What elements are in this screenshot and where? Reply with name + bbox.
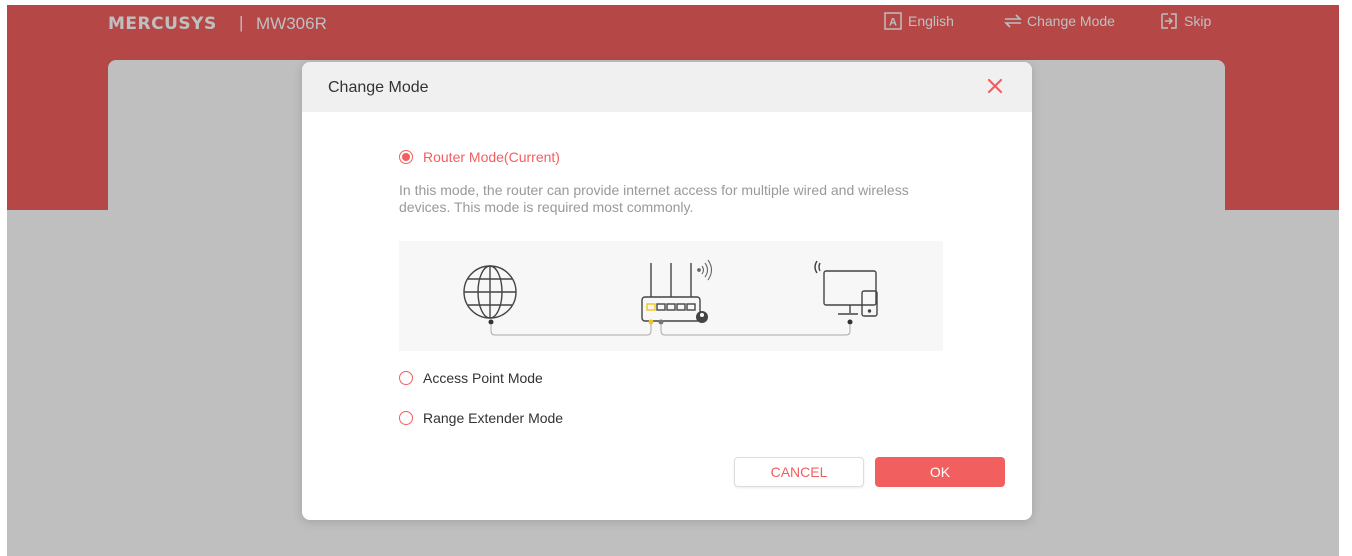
- dialog-title: Change Mode: [328, 79, 429, 96]
- router-mode-diagram: [399, 241, 943, 351]
- globe-icon: [463, 265, 517, 319]
- option-router-mode[interactable]: Router Mode(Current): [399, 149, 560, 165]
- frame-top: [0, 0, 1352, 5]
- router-icon: [641, 263, 701, 322]
- change-mode-dialog: Change Mode Router Mode(Current) In this…: [302, 62, 1032, 520]
- range-extender-mode-label: Range Extender Mode: [423, 410, 564, 426]
- router-mode-radio[interactable]: [399, 150, 413, 164]
- access-point-mode-radio[interactable]: [399, 371, 413, 385]
- cancel-button[interactable]: CANCEL: [734, 457, 864, 487]
- frame-right: [1339, 0, 1352, 556]
- monitor-phone-icon: [814, 260, 878, 317]
- router-mode-label: Router Mode(Current): [423, 149, 560, 165]
- option-access-point-mode[interactable]: Access Point Mode: [399, 370, 543, 386]
- close-icon[interactable]: [984, 75, 1006, 97]
- range-extender-mode-radio[interactable]: [399, 411, 413, 425]
- wifi-signal-icon: [697, 259, 713, 281]
- ok-button[interactable]: OK: [875, 457, 1005, 487]
- dialog-header: Change Mode: [302, 62, 1032, 112]
- frame-left: [0, 0, 7, 556]
- page: MERCUSYS | MW306R A English Change Mode: [0, 0, 1352, 556]
- router-mode-description: In this mode, the router can provide int…: [399, 182, 909, 215]
- option-range-extender-mode[interactable]: Range Extender Mode: [399, 410, 563, 426]
- access-point-mode-label: Access Point Mode: [423, 370, 543, 386]
